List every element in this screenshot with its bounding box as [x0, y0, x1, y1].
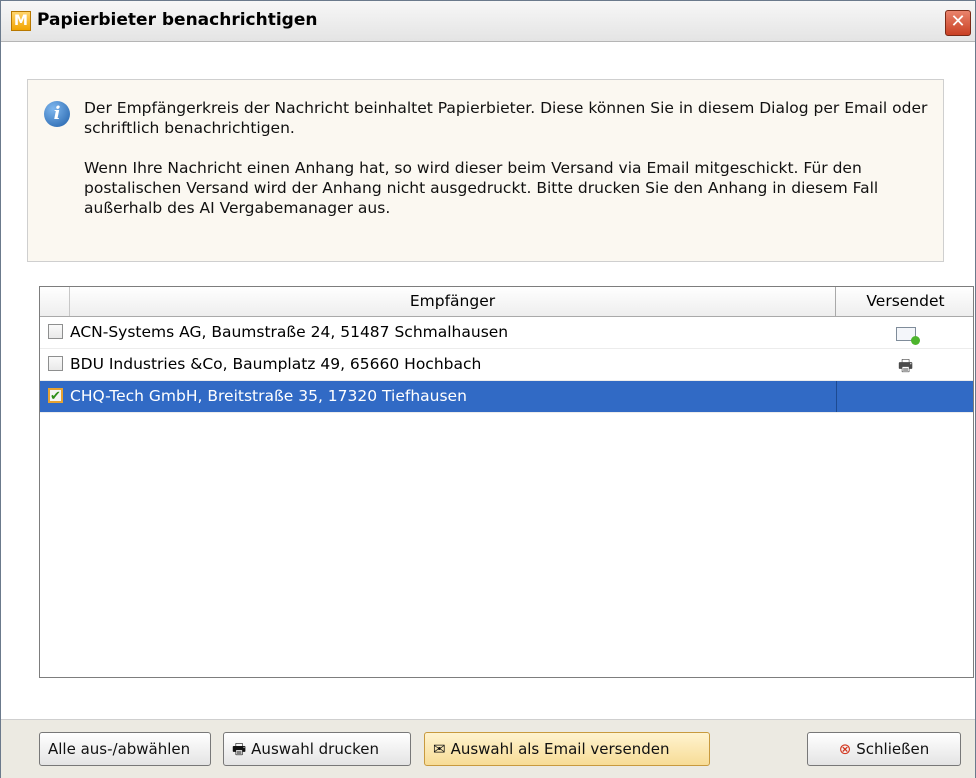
- recipient-table[interactable]: Empfänger Versendet ACN-Systems AG, Baum…: [39, 286, 974, 678]
- close-window-button[interactable]: ✕: [945, 10, 971, 36]
- dialog-title: Papierbieter benachrichtigen: [37, 10, 318, 30]
- info-text: Der Empfängerkreis der Nachricht beinhal…: [84, 98, 934, 238]
- email-selection-button[interactable]: ✉ Auswahl als Email versenden: [424, 732, 710, 766]
- email-selection-label: Auswahl als Email versenden: [450, 740, 670, 758]
- title-bar[interactable]: M Papierbieter benachrichtigen ✕: [1, 1, 975, 42]
- table-row[interactable]: ACN-Systems AG, Baumstraße 24, 51487 Sch…: [40, 317, 973, 349]
- printer-icon: 🖶: [232, 740, 247, 758]
- button-bar: Alle aus-/abwählen 🖶 Auswahl drucken ✉ Aus…: [1, 719, 975, 778]
- print-selection-label: Auswahl drucken: [251, 740, 379, 758]
- row-checkbox[interactable]: [48, 324, 63, 339]
- column-header-sent[interactable]: Versendet: [836, 287, 973, 316]
- recipient-cell: BDU Industries &Co, Baumplatz 49, 65660 …: [70, 355, 482, 373]
- row-checkbox[interactable]: [48, 356, 63, 371]
- recipient-cell: ACN-Systems AG, Baumstraße 24, 51487 Sch…: [70, 323, 509, 341]
- row-checkbox-checked[interactable]: ✔: [48, 388, 63, 403]
- table-row[interactable]: BDU Industries &Co, Baumplatz 49, 65660 …: [40, 349, 973, 381]
- table-row-selected[interactable]: ✔ CHQ-Tech GmbH, Breitstraße 35, 17320 T…: [40, 381, 973, 413]
- info-paragraph-2: Wenn Ihre Nachricht einen Anhang hat, so…: [84, 159, 879, 217]
- recipient-cell: CHQ-Tech GmbH, Breitstraße 35, 17320 Tie…: [70, 387, 467, 405]
- dialog-window: M Papierbieter benachrichtigen ✕ i Der E…: [0, 0, 976, 778]
- print-selection-button[interactable]: 🖶 Auswahl drucken: [223, 732, 411, 766]
- close-circle-icon: ⊗: [838, 740, 852, 758]
- info-icon: i: [44, 101, 70, 127]
- sent-cell-empty: [836, 381, 973, 412]
- header-checkbox-column: [40, 287, 70, 316]
- select-all-button[interactable]: Alle aus-/abwählen: [39, 732, 211, 766]
- email-sent-icon: [836, 317, 973, 348]
- table-header: Empfänger Versendet: [40, 287, 973, 317]
- close-button[interactable]: ⊗ Schließen: [807, 732, 961, 766]
- close-label: Schließen: [856, 740, 930, 758]
- select-all-label: Alle aus-/abwählen: [48, 740, 191, 758]
- envelope-icon: ✉: [433, 740, 446, 758]
- app-icon: M: [11, 11, 31, 31]
- info-paragraph-1: Der Empfängerkreis der Nachricht beinhal…: [84, 99, 928, 137]
- dialog-content: i Der Empfängerkreis der Nachricht beinh…: [1, 42, 975, 778]
- column-header-recipient[interactable]: Empfänger: [70, 287, 836, 316]
- printer-icon: 🖶: [897, 356, 914, 375]
- info-panel: i Der Empfängerkreis der Nachricht beinh…: [27, 79, 944, 262]
